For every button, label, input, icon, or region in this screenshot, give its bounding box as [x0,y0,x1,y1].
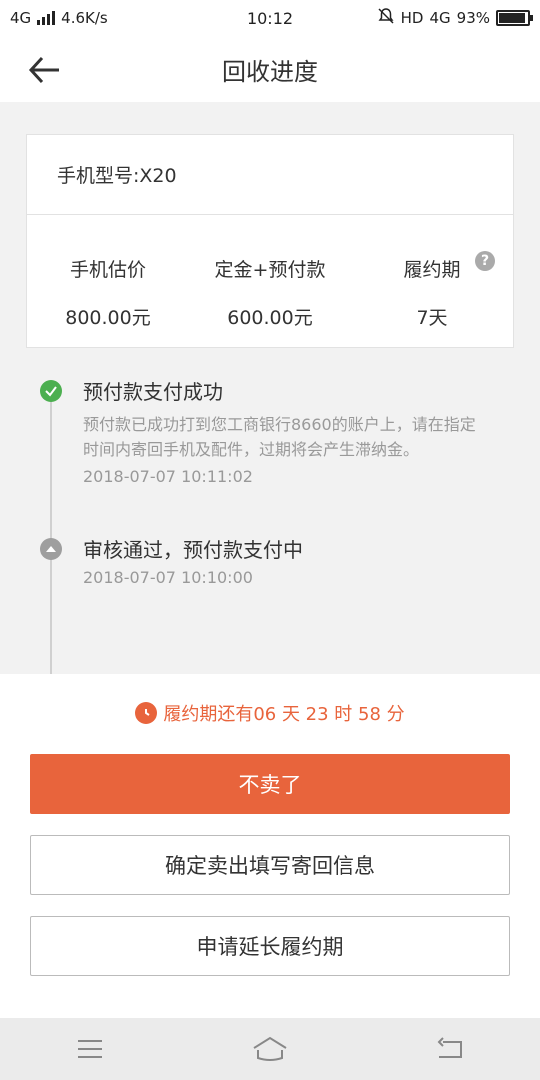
timeline-time: 2018-07-07 10:10:00 [83,568,253,587]
arrow-left-icon [28,56,59,84]
header: 回收进度 [0,36,540,102]
cancel-sale-button[interactable]: 不卖了 [30,754,510,814]
mute-icon [377,7,395,29]
timeline-line [50,400,52,674]
extend-period-button[interactable]: 申请延长履约期 [30,916,510,976]
progress-timeline: 预付款支付成功 预付款已成功打到您工商银行8660的账户上，请在指定时间内寄回手… [0,360,540,674]
countdown-text: 履约期还有06 天 23 时 58 分 [163,704,405,725]
battery-percent: 93% [456,9,490,27]
network-type: 4G [10,9,32,27]
menu-icon [78,1040,102,1058]
battery-fill [499,13,526,23]
clock-icon [135,702,158,724]
recycle-info-card: 手机型号:X20 手机估价 800.00元 定金+预付款 600.00元 履约期… [26,134,514,348]
action-panel: 履约期还有06 天 23 时 58 分 不卖了 确定卖出填写寄回信息 申请延长履… [0,674,540,1018]
deposit-value: 600.00元 [227,307,313,329]
status-bar: 4G 4.6K/s 10:12 HD 4G 93% [0,0,540,36]
return-button[interactable] [420,1024,480,1074]
hd-label: HD [400,9,424,27]
status-right: HD 4G 93% [330,7,533,29]
network-speed: 4.6K/s [61,9,108,27]
deposit-column: 定金+预付款 600.00元 [189,215,351,348]
menu-button[interactable] [60,1024,120,1074]
help-icon[interactable]: ? [475,251,495,271]
deposit-label: 定金+预付款 [214,259,326,281]
countdown: 履约期还有06 天 23 时 58 分 [0,700,540,726]
phone-model: 手机型号:X20 [27,135,513,215]
system-nav-bar [0,1018,540,1080]
price-columns: 手机估价 800.00元 定金+预付款 600.00元 履约期 7天 ? [27,215,513,348]
period-column: 履约期 7天 ? [351,215,513,348]
signal-icon [37,11,56,25]
battery-icon [496,10,533,26]
chevron-up-icon [40,538,62,560]
estimate-label: 手机估价 [69,259,146,281]
timeline-desc: 预付款已成功打到您工商银行8660的账户上，请在指定时间内寄回手机及配件，过期将… [83,415,476,459]
timeline-title: 审核通过，预付款支付中 [83,538,303,562]
period-label: 履约期 [403,259,461,281]
period-value: 7天 [416,307,448,329]
estimate-value: 800.00元 [65,307,151,329]
home-button[interactable] [240,1024,300,1074]
status-left: 4G 4.6K/s [10,9,210,27]
timeline-time: 2018-07-07 10:11:02 [83,467,253,486]
back-button[interactable] [24,50,64,90]
home-icon [253,1036,287,1061]
timeline-title: 预付款支付成功 [83,380,223,404]
network-type-right: 4G [429,9,451,27]
app-root: 4G 4.6K/s 10:12 HD 4G 93% 回收进度 手机型号:X20 … [0,0,540,1080]
clock-time: 10:12 [246,8,294,28]
confirm-sale-button[interactable]: 确定卖出填写寄回信息 [30,835,510,895]
page-title: 回收进度 [222,57,318,86]
return-icon [437,1037,462,1058]
check-icon [40,380,62,402]
estimate-column: 手机估价 800.00元 [27,215,189,348]
